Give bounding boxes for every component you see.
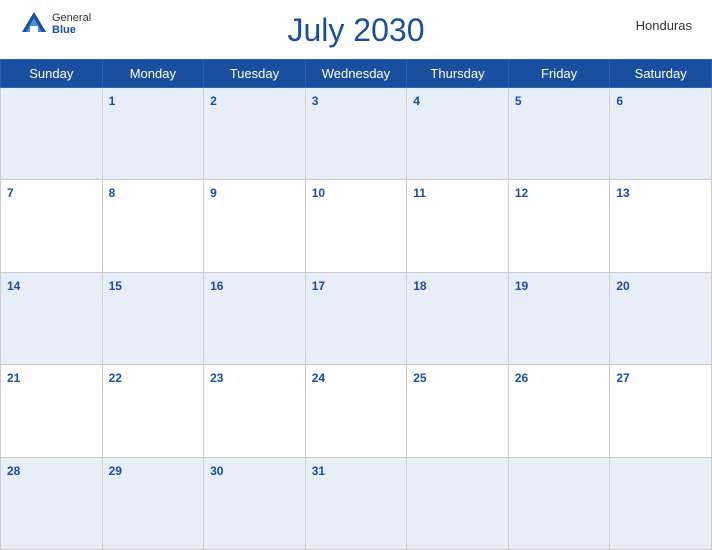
calendar-week-row: 1 2 3 4 5 6 (1, 88, 712, 180)
day-number: 18 (413, 279, 426, 293)
header-saturday: Saturday (610, 60, 712, 88)
calendar-body: 1234567891011121314151617181920212223242… (1, 88, 712, 550)
day-number: 26 (515, 371, 528, 385)
calendar-day-cell: 26 (508, 365, 610, 457)
calendar-day-cell: 25 (407, 365, 509, 457)
calendar-day-cell: 20 (610, 272, 712, 364)
calendar-day-cell (508, 457, 610, 549)
calendar-day-cell (610, 457, 712, 549)
day-number: 6 (616, 94, 623, 108)
calendar-day-cell: 3 (305, 88, 407, 180)
calendar-day-cell: 29 (102, 457, 204, 549)
calendar-day-cell: 11 (407, 180, 509, 272)
calendar-day-cell: 7 (1, 180, 103, 272)
logo: General Blue (20, 10, 91, 38)
calendar-day-cell: 21 (1, 365, 103, 457)
logo-general-text: General (52, 12, 91, 24)
calendar-day-cell: 23 (204, 365, 306, 457)
calendar-day-cell: 6 (610, 88, 712, 180)
day-number: 19 (515, 279, 528, 293)
calendar-day-cell: 28 (1, 457, 103, 549)
day-number: 21 (7, 371, 20, 385)
calendar-day-cell: 13 (610, 180, 712, 272)
calendar-day-cell (407, 457, 509, 549)
day-number: 3 (312, 94, 319, 108)
calendar-day-cell: 17 (305, 272, 407, 364)
day-number: 25 (413, 371, 426, 385)
header-thursday: Thursday (407, 60, 509, 88)
logo-blue-text: Blue (52, 24, 91, 36)
calendar-day-cell: 9 (204, 180, 306, 272)
header-friday: Friday (508, 60, 610, 88)
day-number: 24 (312, 371, 325, 385)
calendar-week-row: 28 29 30 31 (1, 457, 712, 549)
day-number: 10 (312, 186, 325, 200)
calendar-day-cell: 24 (305, 365, 407, 457)
calendar-day-cell: 14 (1, 272, 103, 364)
calendar-table: Sunday Monday Tuesday Wednesday Thursday… (0, 59, 712, 550)
calendar-day-cell (1, 88, 103, 180)
calendar-title: July 2030 (288, 12, 425, 49)
logo-icon (20, 10, 48, 38)
day-number: 15 (109, 279, 122, 293)
calendar-day-cell: 15 (102, 272, 204, 364)
calendar-thead: Sunday Monday Tuesday Wednesday Thursday… (1, 60, 712, 88)
day-number: 31 (312, 464, 325, 478)
calendar-day-cell: 12 (508, 180, 610, 272)
calendar-day-cell: 31 (305, 457, 407, 549)
calendar-day-cell: 30 (204, 457, 306, 549)
day-number: 22 (109, 371, 122, 385)
calendar-week-row: 14 15 16 17 18 19 20 (1, 272, 712, 364)
logo-text: General Blue (52, 12, 91, 36)
calendar-header: General Blue July 2030 Honduras (0, 0, 712, 53)
weekday-header-row: Sunday Monday Tuesday Wednesday Thursday… (1, 60, 712, 88)
day-number: 28 (7, 464, 20, 478)
header-sunday: Sunday (1, 60, 103, 88)
calendar-day-cell: 5 (508, 88, 610, 180)
day-number: 13 (616, 186, 629, 200)
country-label: Honduras (636, 18, 692, 33)
header-wednesday: Wednesday (305, 60, 407, 88)
day-number: 27 (616, 371, 629, 385)
day-number: 16 (210, 279, 223, 293)
calendar-day-cell: 18 (407, 272, 509, 364)
day-number: 4 (413, 94, 420, 108)
calendar-day-cell: 4 (407, 88, 509, 180)
day-number: 20 (616, 279, 629, 293)
day-number: 30 (210, 464, 223, 478)
day-number: 7 (7, 186, 14, 200)
calendar-day-cell: 16 (204, 272, 306, 364)
day-number: 1 (109, 94, 116, 108)
day-number: 23 (210, 371, 223, 385)
header-monday: Monday (102, 60, 204, 88)
calendar-day-cell: 2 (204, 88, 306, 180)
calendar-week-row: 7 8 9 10 11 12 13 (1, 180, 712, 272)
day-number: 5 (515, 94, 522, 108)
calendar-day-cell: 27 (610, 365, 712, 457)
calendar-day-cell: 19 (508, 272, 610, 364)
day-number: 17 (312, 279, 325, 293)
calendar-day-cell: 8 (102, 180, 204, 272)
day-number: 8 (109, 186, 116, 200)
day-number: 11 (413, 186, 426, 200)
day-number: 29 (109, 464, 122, 478)
calendar-day-cell: 1 (102, 88, 204, 180)
calendar-day-cell: 22 (102, 365, 204, 457)
day-number: 9 (210, 186, 217, 200)
header-tuesday: Tuesday (204, 60, 306, 88)
day-number: 14 (7, 279, 20, 293)
calendar-week-row: 21 22 23 24 25 26 27 (1, 365, 712, 457)
day-number: 2 (210, 94, 217, 108)
calendar-container: General Blue July 2030 Honduras Sunday M… (0, 0, 712, 550)
calendar-day-cell: 10 (305, 180, 407, 272)
day-number: 12 (515, 186, 528, 200)
